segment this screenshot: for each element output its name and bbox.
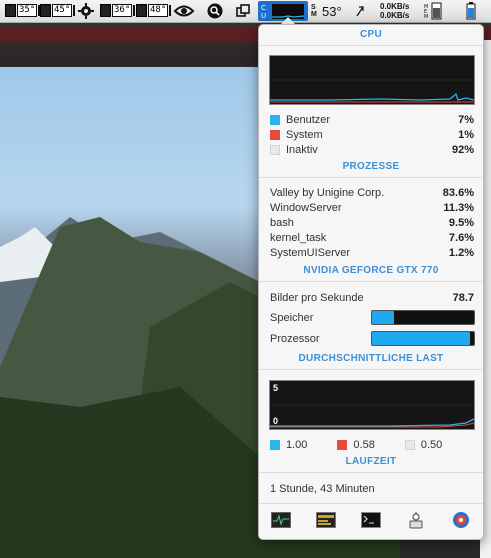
load-1min-value: 1.00	[286, 438, 308, 451]
system-information-icon[interactable]	[406, 511, 426, 529]
svg-text:M: M	[424, 14, 428, 20]
network-download-value: 0.0KB/s	[380, 11, 410, 20]
cpu-idle-label: Inaktiv	[286, 143, 318, 156]
load-graph-min-label: 0	[273, 416, 279, 426]
idle-swatch	[270, 144, 280, 155]
temperature-sensor-icon[interactable]: 35°	[5, 4, 41, 17]
system-swatch	[270, 129, 280, 140]
cpu-temperature-value: 53°	[322, 3, 342, 19]
processes-section-title: PROZESSE	[342, 161, 400, 172]
cpu-user-label: Benutzer	[286, 113, 331, 126]
gpu-section-title: NVIDIA GEFORCE GTX 770	[303, 265, 439, 276]
disk-utility-icon[interactable]	[451, 511, 471, 529]
load-average-section-title: DURCHSCHNITTLICHE LAST	[298, 353, 444, 364]
load-1min-swatch	[270, 439, 280, 450]
cpu-user-row: Benutzer 7%	[270, 112, 474, 127]
process-name: SystemUIServer	[270, 246, 351, 259]
load-average-legend: 1.00 0.58 0.50	[270, 437, 474, 452]
load-15min-value: 0.50	[420, 438, 443, 451]
temperature-value: 48°	[148, 4, 169, 17]
window-icon[interactable]	[236, 3, 250, 19]
fps-label: Bilder pro Sekunde	[270, 291, 364, 304]
process-cpu-value: 9.5%	[448, 216, 474, 229]
cpu-user-value: 7%	[458, 113, 474, 126]
svg-text:U: U	[261, 12, 266, 20]
load-graph-max-label: 5	[273, 383, 279, 393]
temperature-sensor-icon[interactable]: 48°	[136, 4, 172, 17]
network-speed[interactable]: 0.0KB/s 0.0KB/s	[380, 2, 409, 20]
load-5min-value: 0.58	[353, 438, 375, 451]
gpu-memory-fill	[372, 311, 395, 324]
load-15min-swatch	[404, 439, 415, 450]
temperature-value: 36°	[112, 4, 133, 17]
cpu-system-label: System	[286, 128, 323, 141]
user-swatch	[270, 114, 280, 125]
cpu-section-title: CPU	[359, 29, 382, 40]
gear-icon[interactable]	[78, 3, 94, 19]
nvidia-icon[interactable]	[173, 3, 195, 19]
process-row: WindowServer 11.3%	[270, 200, 474, 215]
cpu-idle-row: Inaktiv 92%	[270, 142, 474, 157]
gpu-processor-bar	[371, 331, 475, 346]
cpu-temperature[interactable]: SM 53°	[311, 3, 342, 19]
istat-popover: CPU Benutzer 7% System 1% Inaktiv 92% PR…	[258, 24, 484, 540]
process-cpu-value: 7.6%	[448, 231, 474, 244]
gpu-processor-fill	[372, 332, 470, 345]
process-cpu-value: 83.6%	[442, 186, 474, 199]
temperature-value: 45°	[52, 4, 73, 17]
load-5min-swatch	[337, 439, 348, 450]
process-row: Valley by Unigine Corp. 83.6%	[270, 185, 474, 200]
cpu-system-row: System 1%	[270, 127, 474, 142]
fps-row: Bilder pro Sekunde 78.7	[270, 290, 474, 305]
process-cpu-value: 1.2%	[448, 246, 474, 259]
terminal-icon[interactable]	[360, 511, 381, 529]
process-row: SystemUIServer 1.2%	[270, 245, 474, 260]
cpu-idle-value: 92%	[451, 143, 474, 156]
gpu-memory-bar	[371, 310, 475, 325]
uptime-row: 1 Stunde, 43 Minuten	[270, 481, 474, 496]
network-upload-value: 0.0KB/s	[380, 2, 410, 11]
process-name: bash	[270, 216, 294, 229]
menu-bar: 35° 45° 36° 48° CU SM 53° 0.0KB/s 0.0KB/…	[0, 0, 491, 23]
uptime-section-title: LAUFZEIT	[345, 456, 397, 467]
process-row: bash 9.5%	[270, 215, 474, 230]
cpu-system-value: 1%	[458, 128, 474, 141]
gpu-processor-label: Prozessor	[270, 332, 320, 345]
battery-icon[interactable]	[466, 2, 476, 20]
process-row: kernel_task 7.6%	[270, 230, 474, 245]
memory-icon[interactable]: MEM	[424, 2, 446, 20]
uptime-value: 1 Stunde, 43 Minuten	[270, 482, 375, 495]
temperature-value: 35°	[17, 4, 38, 17]
load-average-graph: 5 0	[269, 380, 475, 430]
utility-toolbar	[259, 511, 483, 529]
process-cpu-value: 11.3%	[443, 201, 474, 214]
console-icon[interactable]	[316, 511, 337, 529]
activity-monitor-icon[interactable]	[271, 511, 292, 529]
process-name: kernel_task	[270, 231, 327, 244]
cpu-usage-graph	[269, 55, 475, 105]
svg-text:C: C	[261, 4, 266, 12]
temperature-sensor-icon[interactable]: 36°	[100, 4, 136, 17]
network-icon[interactable]	[355, 3, 365, 19]
spotlight-search-icon[interactable]	[207, 3, 223, 19]
temperature-sensor-icon[interactable]: 45°	[40, 4, 76, 17]
gpu-memory-label: Speicher	[270, 311, 314, 324]
process-name: WindowServer	[270, 201, 342, 214]
process-name: Valley by Unigine Corp.	[270, 186, 385, 199]
fps-value: 78.7	[452, 291, 474, 304]
